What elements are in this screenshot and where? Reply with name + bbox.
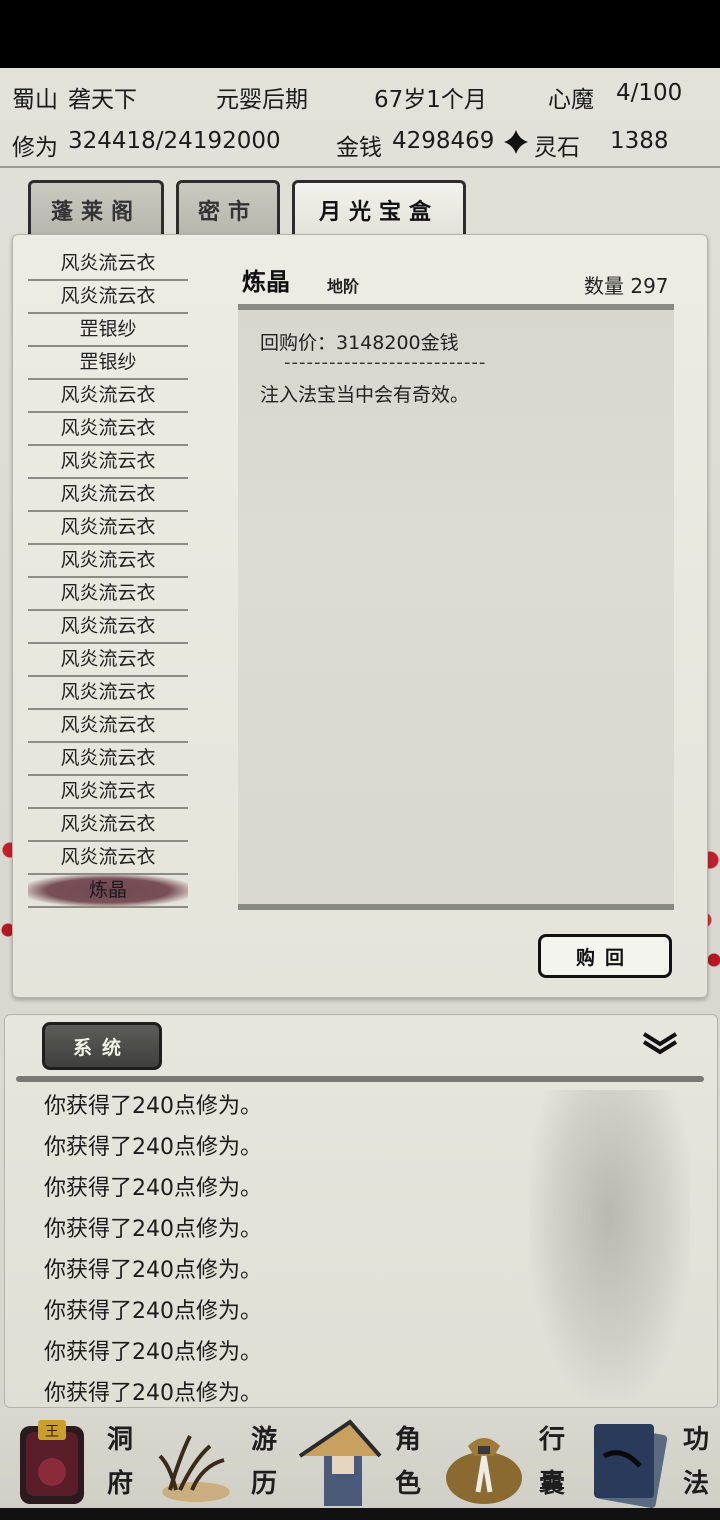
nav-label-bottom: 府 <box>106 1469 133 1499</box>
device-status-bar <box>0 0 720 68</box>
log-divider <box>16 1076 704 1082</box>
list-item[interactable]: 风炎流云衣 <box>28 545 188 578</box>
item-list: 风炎流云衣 风炎流云衣 罡银纱 罡银纱 风炎流云衣 风炎流云衣 风炎流云衣 风炎… <box>28 248 188 908</box>
log-message: 你获得了240点修为。 <box>44 1094 262 1119</box>
money-value: 4298469 <box>392 128 495 154</box>
nav-travel[interactable]: 游 历 <box>144 1408 288 1512</box>
list-item[interactable]: 风炎流云衣 <box>28 479 188 512</box>
list-item[interactable]: 风炎流云衣 <box>28 710 188 743</box>
cultivation-label: 修为 <box>12 135 58 161</box>
player-name: 砻天下 <box>68 87 137 113</box>
nav-label-top: 洞 <box>106 1425 133 1455</box>
nav-label-bottom: 法 <box>682 1469 709 1499</box>
age-label: 67岁1个月 <box>374 87 487 113</box>
bag-icon <box>446 1438 522 1504</box>
list-item[interactable]: 风炎流云衣 <box>28 512 188 545</box>
list-item[interactable]: 风炎流云衣 <box>28 380 188 413</box>
list-item[interactable]: 风炎流云衣 <box>28 611 188 644</box>
nav-label-top: 功 <box>682 1425 709 1455</box>
list-item[interactable]: 风炎流云衣 <box>28 776 188 809</box>
list-item-selected[interactable]: 炼晶 <box>28 875 188 908</box>
quantity-value: 297 <box>630 274 669 298</box>
technique-book-icon <box>594 1424 668 1508</box>
cultivation-value: 324418/24192000 <box>68 128 281 154</box>
nav-label-bottom: 色 <box>394 1469 421 1499</box>
realm-label: 元婴后期 <box>216 87 308 113</box>
nav-label-top: 角 <box>394 1425 421 1455</box>
travel-icon <box>158 1435 230 1502</box>
nav-cave-dwelling[interactable]: 王 洞 府 <box>0 1408 144 1512</box>
header-divider <box>0 166 720 168</box>
item-quantity: 数量 297 <box>584 270 669 299</box>
money-label: 金钱 <box>336 135 382 161</box>
heart-demon-value: 4/100 <box>616 80 683 106</box>
list-item[interactable]: 风炎流云衣 <box>28 446 188 479</box>
list-item[interactable]: 风炎流云衣 <box>28 842 188 875</box>
nav-label-top: 行 <box>538 1425 565 1455</box>
buyback-button[interactable]: 购回 <box>538 934 672 978</box>
list-item[interactable]: 罡银纱 <box>28 314 188 347</box>
gesture-bar <box>0 1508 720 1520</box>
list-item[interactable]: 风炎流云衣 <box>28 248 188 281</box>
tab-penglai-pavilion[interactable]: 蓬莱阁 <box>28 180 164 236</box>
nav-technique[interactable]: 功 法 <box>576 1408 720 1512</box>
log-message: 你获得了240点修为。 <box>44 1299 262 1324</box>
list-item[interactable]: 罡银纱 <box>28 347 188 380</box>
log-message: 你获得了240点修为。 <box>44 1217 262 1242</box>
nav-character[interactable]: 角 色 <box>288 1408 432 1512</box>
character-icon <box>298 1419 382 1506</box>
nav-bag[interactable]: 行 囊 <box>432 1408 576 1512</box>
tab-system-log[interactable]: 系统 <box>42 1022 162 1070</box>
detail-divider: --------------------------- <box>284 352 487 373</box>
svg-text:王: 王 <box>45 1424 59 1440</box>
sect-name: 蜀山 <box>12 87 58 113</box>
tab-moonlight-box[interactable]: 月光宝盒 <box>292 180 466 236</box>
log-message: 你获得了240点修为。 <box>44 1381 262 1406</box>
list-item[interactable]: 风炎流云衣 <box>28 743 188 776</box>
quantity-label: 数量 <box>584 274 624 298</box>
list-item[interactable]: 风炎流云衣 <box>28 809 188 842</box>
item-title: 炼晶 <box>242 267 290 296</box>
spirit-stone-label: 灵石 <box>534 135 580 161</box>
item-grade: 地阶 <box>327 277 360 296</box>
nav-label-bottom: 囊 <box>538 1469 565 1499</box>
log-message: 你获得了240点修为。 <box>44 1258 262 1283</box>
list-item[interactable]: 风炎流云衣 <box>28 677 188 710</box>
cave-dwelling-icon: 王 <box>20 1420 84 1504</box>
collapse-chevron-icon[interactable] <box>640 1028 680 1058</box>
log-message: 你获得了240点修为。 <box>44 1135 262 1160</box>
spirit-stone-value: 1388 <box>610 128 669 154</box>
list-item[interactable]: 风炎流云衣 <box>28 644 188 677</box>
list-item[interactable]: 风炎流云衣 <box>28 578 188 611</box>
ink-figure-decoration <box>530 1090 690 1400</box>
item-description: 注入法宝当中会有奇效。 <box>260 384 470 406</box>
nav-label-bottom: 历 <box>250 1469 277 1499</box>
list-item[interactable]: 风炎流云衣 <box>28 281 188 314</box>
buyback-price: 回购价：3148200金钱 <box>260 332 459 354</box>
spirit-stone-icon <box>504 130 528 154</box>
list-item[interactable]: 风炎流云衣 <box>28 413 188 446</box>
nav-label-top: 游 <box>250 1425 277 1455</box>
heart-demon-label: 心魔 <box>548 87 594 113</box>
log-message: 你获得了240点修为。 <box>44 1176 262 1201</box>
tab-secret-market[interactable]: 密市 <box>176 180 280 236</box>
log-message: 你获得了240点修为。 <box>44 1340 262 1365</box>
